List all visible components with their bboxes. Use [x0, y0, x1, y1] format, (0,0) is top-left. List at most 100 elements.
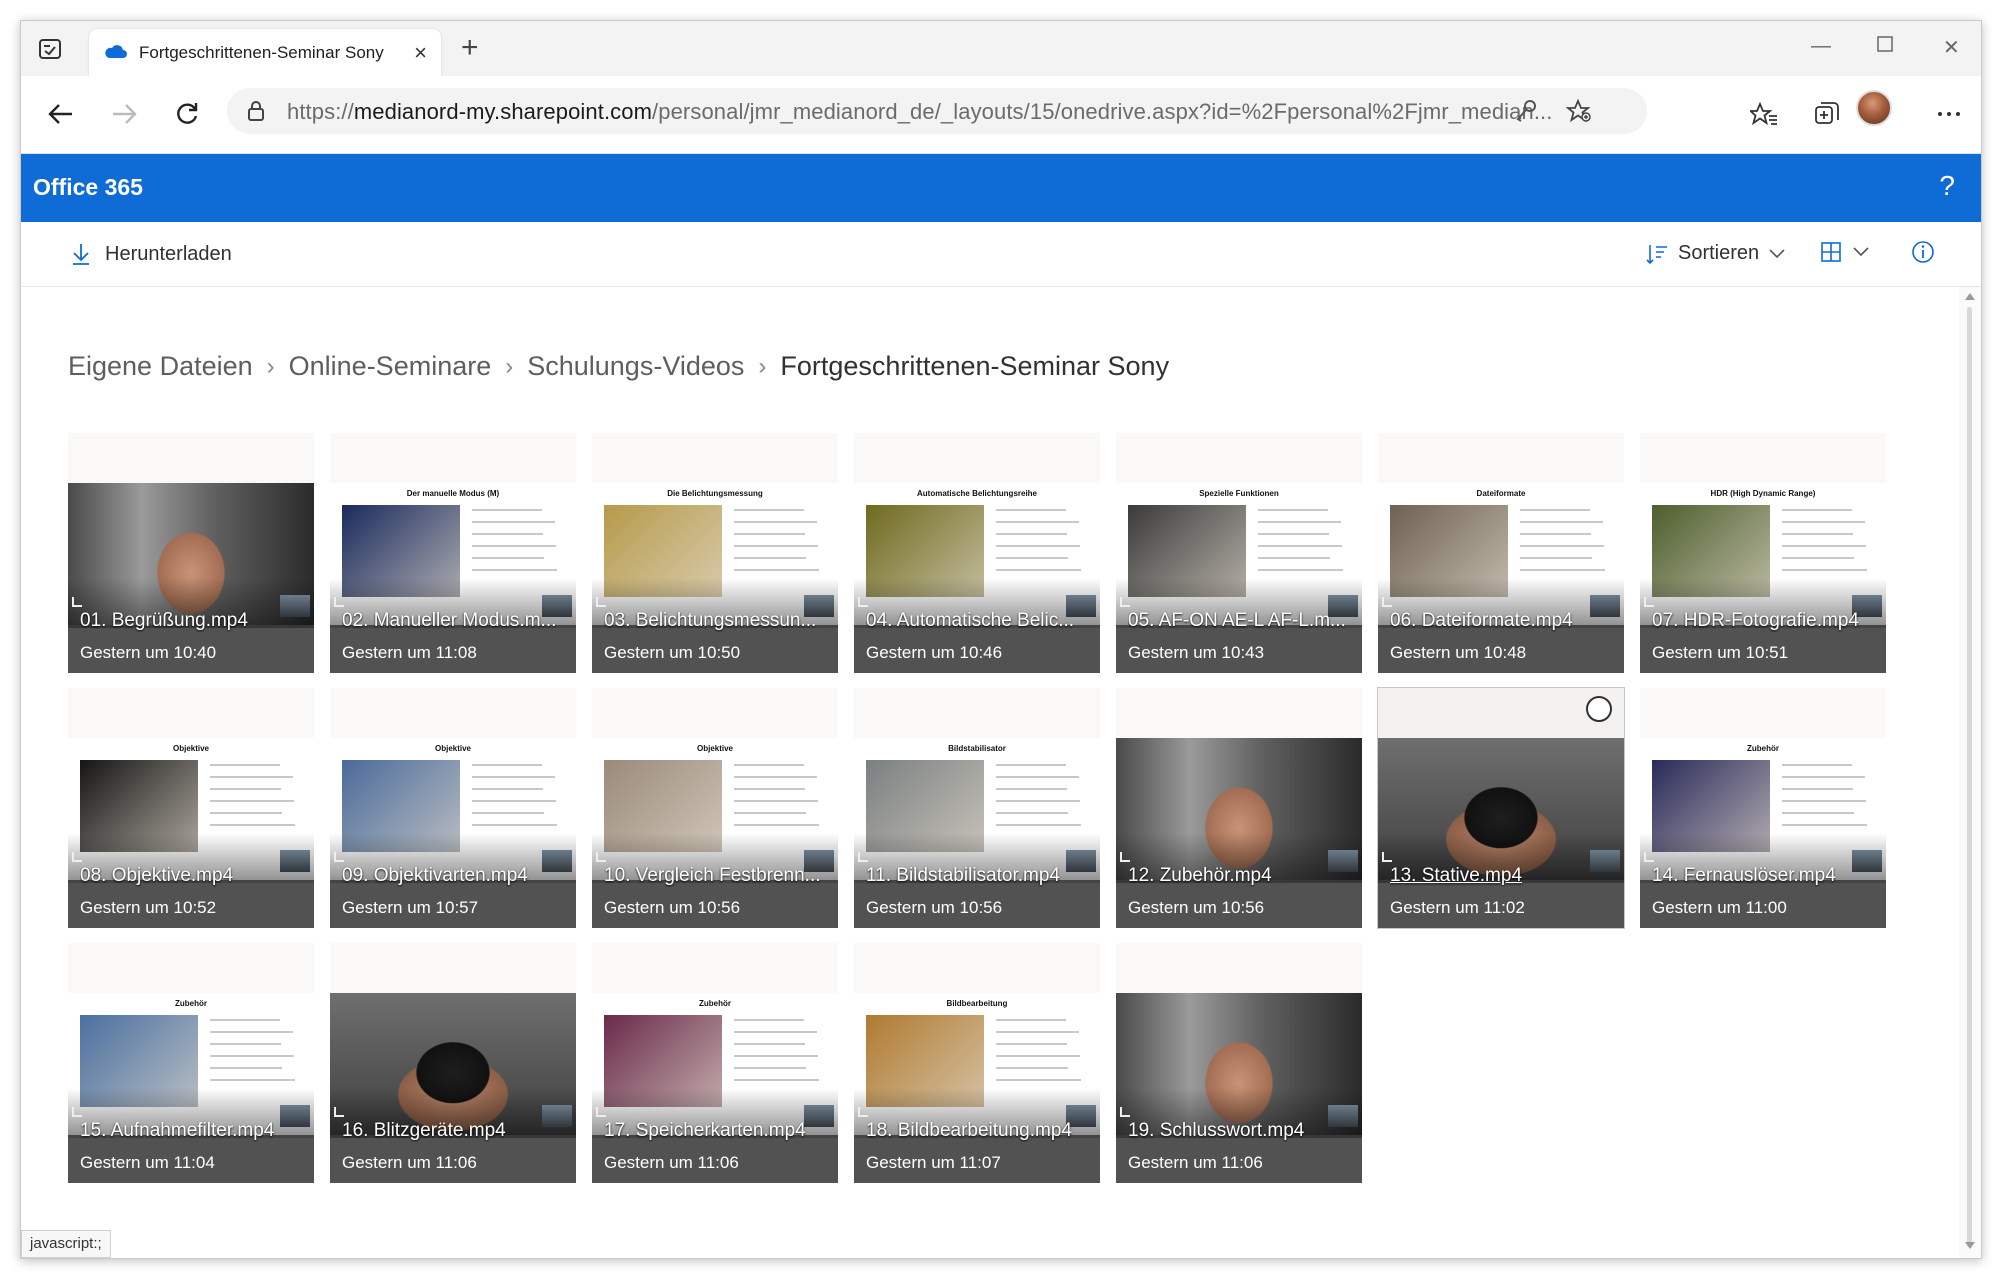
file-name[interactable]: 03. Belichtungsmessun... — [604, 610, 829, 632]
file-tile[interactable]: Zubehör 15. Aufnahmefilter.mp4 Gestern um … — [68, 943, 314, 1183]
collections-button[interactable] — [1807, 94, 1847, 134]
file-name[interactable]: 13. Stative.mp4 — [1390, 865, 1615, 887]
scrollbar-thumb[interactable] — [1967, 307, 1972, 1247]
file-tile[interactable]: Objektive 08. Objektive.mp4 Gestern um 10:… — [68, 688, 314, 928]
file-name[interactable]: 09. Objektivarten.mp4 — [342, 865, 567, 887]
file-name[interactable]: 02. Manueller Modus.m... — [342, 610, 567, 632]
file-name[interactable]: 18. Bildbearbeitung.mp4 — [866, 1120, 1091, 1142]
file-name[interactable]: 16. Blitzgeräte.mp4 — [342, 1120, 567, 1142]
slide-text-line — [210, 788, 281, 790]
file-tile[interactable]: Objektive 09. Objektivarten.mp4 Gestern um… — [330, 688, 576, 928]
video-thumbnail[interactable]: Objektive 10. Vergleich Festbrenn... Geste… — [592, 738, 838, 928]
file-tile[interactable]: Die Belichtungsmessung 03. Belichtungsmes… — [592, 433, 838, 673]
back-button[interactable] — [41, 94, 81, 134]
slide-text-line — [996, 545, 1080, 547]
video-thumbnail[interactable]: Dateiformate 06. Dateiformate.mp4 Gestern … — [1378, 483, 1624, 673]
scroll-up-arrow-icon[interactable] — [1965, 293, 1975, 300]
file-tile[interactable]: Bildstabilisator 11. Bildstabilisator.mp4… — [854, 688, 1100, 928]
file-name[interactable]: 06. Dateiformate.mp4 — [1390, 610, 1615, 632]
file-name[interactable]: 05. AF-ON AE-L AF-L.m... — [1128, 610, 1353, 632]
maximize-icon[interactable] — [1877, 35, 1893, 58]
new-tab-button[interactable]: + — [461, 33, 479, 63]
favorites-button[interactable] — [1744, 94, 1784, 134]
minimize-icon[interactable]: — — [1811, 35, 1831, 58]
info-pane-button[interactable] — [1911, 240, 1935, 269]
forward-button[interactable] — [104, 94, 144, 134]
settings-more-button[interactable] — [1929, 94, 1969, 134]
file-tile[interactable]: Spezielle Funktionen 05. AF-ON AE-L AF-L.… — [1116, 433, 1362, 673]
file-tile[interactable]: Objektive 10. Vergleich Festbrenn... Geste… — [592, 688, 838, 928]
video-thumbnail[interactable]: HDR (High Dynamic Range) 07. HDR-Fotograf… — [1640, 483, 1886, 673]
view-options-button[interactable] — [1821, 242, 1869, 262]
file-tile[interactable]: HDR (High Dynamic Range) 07. HDR-Fotograf… — [1640, 433, 1886, 673]
download-button[interactable]: Herunterladen — [71, 242, 232, 266]
video-type-icon — [334, 1107, 344, 1117]
file-modified-date: Gestern um 11:00 — [1652, 898, 1787, 917]
sort-button[interactable]: Sortieren — [1646, 242, 1785, 265]
file-tile[interactable]: 01. Begrüßung.mp4 Gestern um 10:40 — [68, 433, 314, 673]
slide-text-line — [472, 533, 543, 535]
close-tab-icon[interactable]: × — [414, 40, 427, 66]
file-name[interactable]: 11. Bildstabilisator.mp4 — [866, 865, 1091, 887]
video-thumbnail[interactable]: Objektive 08. Objektive.mp4 Gestern um 10:… — [68, 738, 314, 928]
video-thumbnail[interactable]: Die Belichtungsmessung 03. Belichtungsmes… — [592, 483, 838, 673]
file-name[interactable]: 12. Zubehör.mp4 — [1128, 865, 1353, 887]
video-thumbnail[interactable]: Zubehör 14. Fernauslöser.mp4 Gestern um 11… — [1640, 738, 1886, 928]
slide-text-line — [734, 1079, 819, 1081]
select-checkbox[interactable] — [1586, 696, 1612, 722]
key-icon[interactable] — [1515, 99, 1537, 128]
window-close-icon[interactable]: ✕ — [1943, 35, 1960, 60]
file-name[interactable]: 14. Fernauslöser.mp4 — [1652, 865, 1877, 887]
video-type-icon — [1382, 597, 1392, 607]
file-name[interactable]: 15. Aufnahmefilter.mp4 — [80, 1120, 305, 1142]
file-name[interactable]: 08. Objektive.mp4 — [80, 865, 305, 887]
file-tile[interactable]: Zubehör 14. Fernauslöser.mp4 Gestern um 11… — [1640, 688, 1886, 928]
video-thumbnail[interactable]: Bildbearbeitung 18. Bildbearbeitung.mp4 Ge… — [854, 993, 1100, 1183]
file-tile[interactable]: Automatische Belichtungsreihe 04. Automat… — [854, 433, 1100, 673]
video-thumbnail[interactable]: Objektive 09. Objektivarten.mp4 Gestern um… — [330, 738, 576, 928]
help-icon[interactable]: ? — [1939, 170, 1955, 202]
file-tile[interactable]: 16. Blitzgeräte.mp4 Gestern um 11:06 — [330, 943, 576, 1183]
file-name[interactable]: 04. Automatische Belic... — [866, 610, 1091, 632]
file-tile[interactable]: 12. Zubehör.mp4 Gestern um 10:56 — [1116, 688, 1362, 928]
slide-text-line — [996, 1079, 1081, 1081]
video-thumbnail[interactable]: 16. Blitzgeräte.mp4 Gestern um 11:06 — [330, 993, 576, 1183]
file-tile[interactable]: 13. Stative.mp4 Gestern um 11:02 — [1377, 687, 1625, 929]
video-thumbnail[interactable]: 12. Zubehör.mp4 Gestern um 10:56 — [1116, 738, 1362, 928]
video-thumbnail[interactable]: Zubehör 17. Speicherkarten.mp4 Gestern um … — [592, 993, 838, 1183]
url-field[interactable]: https://medianord-my.sharepoint.com/pers… — [227, 88, 1647, 134]
video-thumbnail[interactable]: 13. Stative.mp4 Gestern um 11:02 — [1378, 738, 1624, 928]
file-name[interactable]: 01. Begrüßung.mp4 — [80, 610, 305, 632]
video-type-icon — [334, 852, 344, 862]
profile-avatar[interactable] — [1856, 90, 1892, 126]
video-thumbnail[interactable]: Zubehör 15. Aufnahmefilter.mp4 Gestern um … — [68, 993, 314, 1183]
lock-icon[interactable] — [247, 100, 265, 127]
video-thumbnail[interactable]: Automatische Belichtungsreihe 04. Automat… — [854, 483, 1100, 673]
video-thumbnail[interactable]: Bildstabilisator 11. Bildstabilisator.mp4… — [854, 738, 1100, 928]
video-thumbnail[interactable]: Der manuelle Modus (M) 02. Manueller Modu… — [330, 483, 576, 673]
tab-actions-icon[interactable] — [39, 39, 61, 59]
vertical-scrollbar[interactable] — [1959, 287, 1981, 1257]
file-tile[interactable]: Dateiformate 06. Dateiformate.mp4 Gestern … — [1378, 433, 1624, 673]
video-thumbnail[interactable]: Spezielle Funktionen 05. AF-ON AE-L AF-L.… — [1116, 483, 1362, 673]
breadcrumb-item-eigene-dateien[interactable]: Eigene Dateien — [68, 351, 253, 382]
breadcrumb-item-online-seminare[interactable]: Online-Seminare — [289, 351, 492, 382]
office-365-brand[interactable]: Office 365 — [33, 174, 143, 201]
file-tile[interactable]: Bildbearbeitung 18. Bildbearbeitung.mp4 Ge… — [854, 943, 1100, 1183]
file-name[interactable]: 17. Speicherkarten.mp4 — [604, 1120, 829, 1142]
file-name[interactable]: 07. HDR-Fotografie.mp4 — [1652, 610, 1877, 632]
breadcrumb-item-schulungs-videos[interactable]: Schulungs-Videos — [527, 351, 744, 382]
scroll-down-arrow-icon[interactable] — [1965, 1242, 1975, 1249]
video-thumbnail[interactable]: 19. Schlusswort.mp4 Gestern um 11:06 — [1116, 993, 1362, 1183]
reload-button[interactable] — [167, 94, 207, 134]
browser-tab[interactable]: Fortgeschrittenen-Seminar Sony × — [89, 29, 441, 76]
file-modified-date: Gestern um 11:07 — [866, 1153, 1001, 1172]
file-tile[interactable]: 19. Schlusswort.mp4 Gestern um 11:06 — [1116, 943, 1362, 1183]
file-name[interactable]: 19. Schlusswort.mp4 — [1128, 1120, 1353, 1142]
file-tile[interactable]: Der manuelle Modus (M) 02. Manueller Modu… — [330, 433, 576, 673]
onedrive-cloud-icon — [103, 42, 127, 65]
video-thumbnail[interactable]: 01. Begrüßung.mp4 Gestern um 10:40 — [68, 483, 314, 673]
file-tile[interactable]: Zubehör 17. Speicherkarten.mp4 Gestern um … — [592, 943, 838, 1183]
file-name[interactable]: 10. Vergleich Festbrenn... — [604, 865, 829, 887]
add-favorite-star-icon[interactable] — [1565, 98, 1592, 128]
